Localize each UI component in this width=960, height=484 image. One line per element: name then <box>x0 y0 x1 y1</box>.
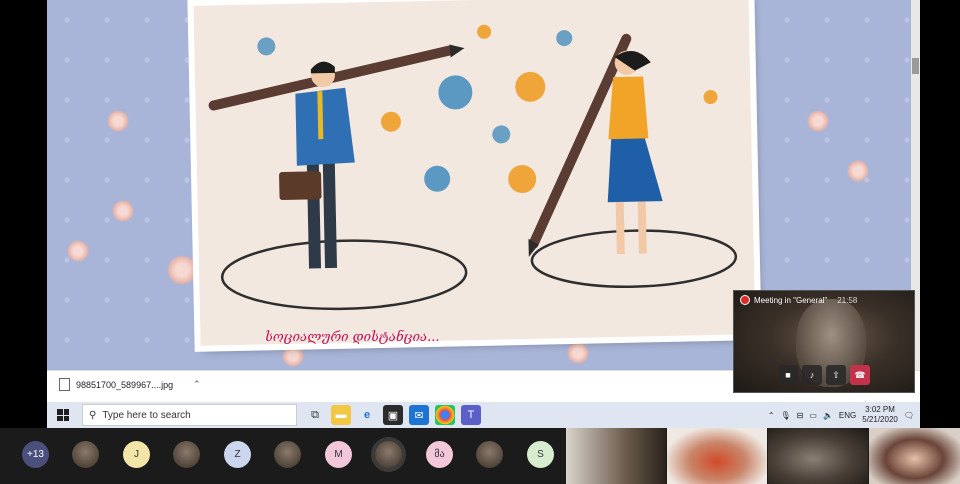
search-icon: ⚲ <box>89 409 97 421</box>
participant-avatar[interactable] <box>476 441 503 468</box>
participant-avatar[interactable] <box>72 441 99 468</box>
hang-up-icon[interactable]: ☎ <box>850 365 870 385</box>
participant-video-tile[interactable] <box>768 428 868 484</box>
participant-avatar[interactable] <box>274 441 301 468</box>
camera-icon[interactable]: ■ <box>778 365 798 385</box>
flower-decoration <box>167 255 197 285</box>
participant-video-tile[interactable] <box>667 428 767 484</box>
social-distancing-illustration <box>208 24 738 311</box>
download-item[interactable]: 98851700_589967....jpg ⌃ <box>59 378 201 391</box>
language-indicator[interactable]: ENG <box>839 411 856 420</box>
taskbar-search-box[interactable]: ⚲ Type here to search <box>82 404 297 426</box>
flower-decoration <box>847 160 869 182</box>
teams-icon[interactable]: T <box>461 405 481 425</box>
participant-avatar[interactable]: J <box>123 441 150 468</box>
file-explorer-icon[interactable]: ▬ <box>331 405 351 425</box>
task-view-icon[interactable]: ⧉ <box>305 405 325 425</box>
flower-decoration <box>67 240 89 262</box>
chevron-up-icon[interactable]: ⌃ <box>193 379 201 390</box>
participant-video-tile[interactable] <box>869 428 960 484</box>
clock[interactable]: 3:02 PM 5/21/2020 <box>862 405 898 425</box>
clock-time: 3:02 PM <box>865 405 895 414</box>
scrollbar-thumb[interactable] <box>912 58 919 74</box>
recording-icon <box>740 295 750 305</box>
slide-caption: სოციალური დისტანცია... <box>265 330 440 345</box>
network-icon[interactable]: ⊟ <box>797 411 804 420</box>
meeting-mini-window[interactable]: Meeting in "General" 21:58 ■ ♪ ⇧ ☎ <box>733 290 915 393</box>
edge-icon[interactable]: e <box>357 405 377 425</box>
store-icon[interactable]: ▣ <box>383 405 403 425</box>
share-screen-icon[interactable]: ⇧ <box>826 365 846 385</box>
slide-card <box>193 0 756 346</box>
microphone-icon[interactable]: ♪ <box>802 365 822 385</box>
mail-icon[interactable]: ✉ <box>409 405 429 425</box>
participant-video-tile[interactable] <box>566 428 666 484</box>
flower-decoration <box>107 110 129 132</box>
search-placeholder: Type here to search <box>102 409 191 421</box>
overflow-participants-badge[interactable]: +13 <box>22 441 49 468</box>
flower-decoration <box>567 342 589 364</box>
taskbar-apps: ⧉ ▬ e ▣ ✉ T <box>305 405 481 425</box>
flower-decoration <box>807 110 829 132</box>
microphone-icon[interactable]: 🎙 <box>781 411 791 420</box>
participant-avatar[interactable]: S <box>527 441 554 468</box>
participant-avatar[interactable] <box>375 441 402 468</box>
image-file-icon <box>59 378 70 391</box>
system-tray: ⌃ 🎙 ⊟ ▭ 🔈 ENG 3:02 PM 5/21/2020 🗨 <box>768 405 914 425</box>
meeting-duration: 21:58 <box>837 295 858 305</box>
meeting-controls: ■ ♪ ⇧ ☎ <box>778 365 870 385</box>
participant-avatar[interactable]: მა <box>426 441 453 468</box>
clock-date: 5/21/2020 <box>862 415 898 424</box>
flower-decoration <box>282 345 304 367</box>
battery-icon[interactable]: ▭ <box>809 411 817 420</box>
chrome-icon[interactable] <box>435 405 455 425</box>
participant-avatar[interactable] <box>173 441 200 468</box>
chevron-up-icon[interactable]: ⌃ <box>768 411 775 420</box>
participant-avatar[interactable]: Z <box>224 441 251 468</box>
notification-icon[interactable]: 🗨 <box>904 411 914 420</box>
windows-taskbar: ⚲ Type here to search ⧉ ▬ e ▣ ✉ T ⌃ 🎙 ⊟ … <box>47 402 920 428</box>
download-file-name: 98851700_589967....jpg <box>76 379 174 390</box>
volume-icon[interactable]: 🔈 <box>823 411 833 420</box>
participant-avatar[interactable]: M <box>325 441 352 468</box>
meeting-title-bar: Meeting in "General" 21:58 <box>740 295 857 305</box>
flower-decoration <box>112 200 134 222</box>
meeting-title: Meeting in "General" <box>754 295 828 305</box>
windows-start-icon[interactable] <box>57 409 69 421</box>
